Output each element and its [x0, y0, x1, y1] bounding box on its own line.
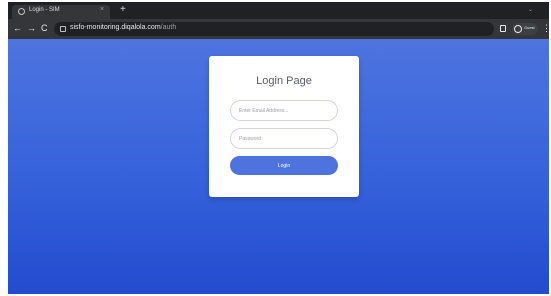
tab-login[interactable]: Login - SIM ×	[12, 5, 110, 19]
page-background: Login Page Login	[8, 39, 549, 294]
browser-window: Login - SIM × + ⌄ ← → C sisfo-monitoring…	[8, 2, 549, 294]
back-button[interactable]: ←	[13, 23, 22, 34]
reading-list-icon[interactable]	[500, 25, 506, 32]
url-text[interactable]: sisfo-monitoring.diqalola.com/auth	[70, 24, 176, 31]
profile-label: Guest	[524, 25, 535, 30]
login-card: Login Page Login	[209, 56, 359, 197]
avatar-icon	[514, 25, 522, 33]
page-title: Login Page	[256, 75, 312, 87]
tab-search-icon[interactable]: ⌄	[528, 6, 533, 13]
reload-button[interactable]: C	[41, 23, 48, 34]
url-path: /auth	[160, 24, 177, 31]
address-bar[interactable]: sisfo-monitoring.diqalola.com/auth	[54, 22, 494, 36]
tab-title: Login - SIM	[29, 7, 60, 13]
new-tab-button[interactable]: +	[120, 4, 126, 15]
tab-strip: Login - SIM × + ⌄	[8, 2, 549, 19]
browser-toolbar: ← → C sisfo-monitoring.diqalola.com/auth…	[8, 19, 549, 39]
lock-icon[interactable]	[60, 26, 66, 32]
forward-button[interactable]: →	[27, 23, 36, 34]
profile-button[interactable]: Guest	[512, 23, 538, 35]
globe-icon	[18, 8, 25, 15]
email-field[interactable]	[230, 100, 338, 121]
close-icon[interactable]: ×	[100, 6, 104, 13]
password-field[interactable]	[230, 128, 338, 149]
menu-icon[interactable]: ⋮	[542, 23, 549, 34]
url-host: sisfo-monitoring.diqalola.com	[70, 24, 161, 31]
login-button[interactable]: Login	[230, 156, 338, 175]
